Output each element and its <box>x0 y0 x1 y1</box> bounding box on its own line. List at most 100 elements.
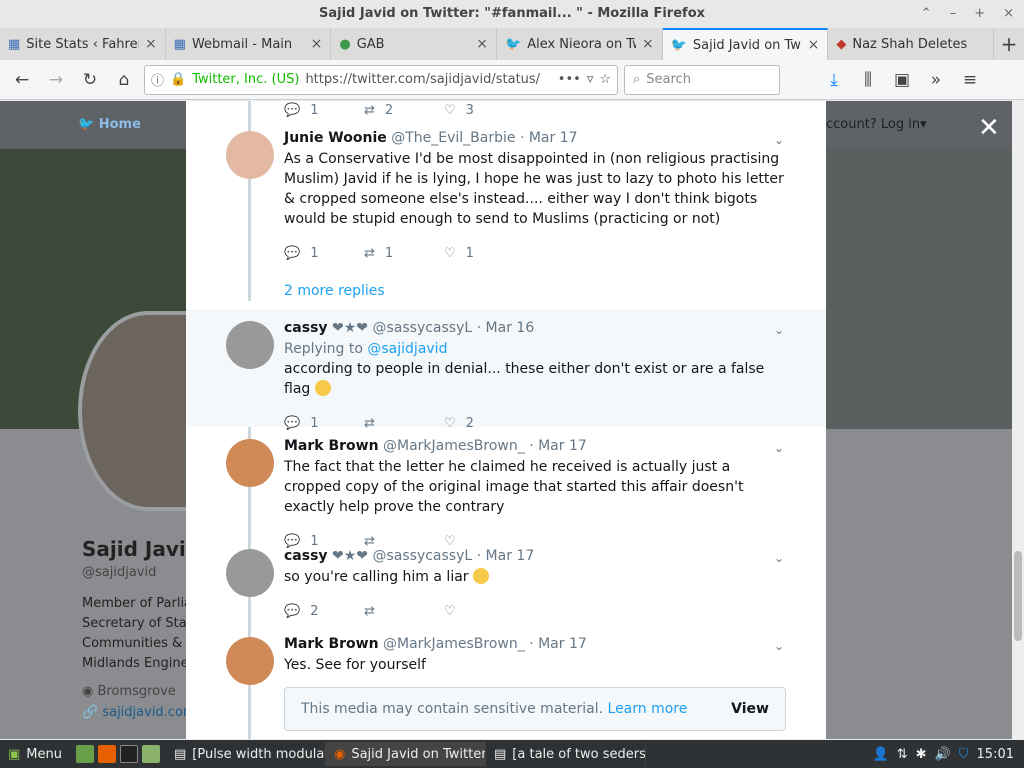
download-icon[interactable]: ⤓ <box>820 66 848 94</box>
start-menu-button[interactable]: ▣ Menu <box>0 740 70 768</box>
replying-to-link[interactable]: @sajidjavid <box>367 341 447 357</box>
tab-site-stats[interactable]: ▦Site Stats ‹ Fahrenh× <box>0 28 166 60</box>
avatar[interactable] <box>226 549 274 597</box>
chevron-down-icon[interactable]: ⌄ <box>774 133 784 147</box>
avatar[interactable] <box>226 439 274 487</box>
sidebar-icon[interactable]: ▣ <box>888 66 916 94</box>
retweet-button[interactable]: ⇄ 1 <box>364 241 444 265</box>
minimize-button[interactable]: – <box>950 0 957 28</box>
page-actions-icon[interactable]: ••• <box>558 72 581 87</box>
taskbar-task[interactable]: ▤[Pulse width modulati... <box>166 742 326 766</box>
chevron-down-icon[interactable]: ⌄ <box>774 441 784 455</box>
avatar[interactable] <box>226 131 274 179</box>
like-button[interactable]: ♡ 3 <box>444 101 524 119</box>
tab-gab[interactable]: ● GAB × <box>331 28 498 60</box>
search-input[interactable]: ⌕ Search <box>624 64 780 95</box>
view-media-button[interactable]: View <box>731 701 769 717</box>
tweet-author-handle[interactable]: @The_Evil_Barbie <box>391 130 515 146</box>
chevron-down-icon[interactable]: ⌄ <box>774 639 784 653</box>
bluetooth-icon[interactable]: ✱ <box>916 747 927 762</box>
clock[interactable]: 15:01 <box>977 747 1014 762</box>
reply-button[interactable]: 💬 2 <box>284 599 364 623</box>
profile-link[interactable]: 🔗 sajidjavid.com <box>82 705 200 720</box>
network-icon[interactable]: ⇅ <box>897 747 908 762</box>
info-icon[interactable]: ⓘ <box>151 70 164 89</box>
close-tab-icon[interactable]: × <box>311 36 323 52</box>
close-modal-button[interactable]: ✕ <box>978 113 1000 143</box>
shield-icon[interactable]: ⛉ <box>959 747 969 762</box>
tab-naz-shah[interactable]: ◆ Naz Shah Deletes <box>828 28 995 60</box>
minimize-icon[interactable]: ⌃ <box>921 0 932 28</box>
taskbar-task-active[interactable]: ◉Sajid Javid on Twitter:... <box>326 742 486 766</box>
tweet-author-handle[interactable]: @sassycassyL <box>372 548 472 564</box>
site-identity[interactable]: Twitter, Inc. (US) <box>192 72 299 87</box>
tab-webmail[interactable]: ▦ Webmail - Main × <box>166 28 332 60</box>
tweet-item[interactable]: Mark Brown @MarkJamesBrown_ · Mar 17 ⌄ Y… <box>186 625 826 739</box>
back-button[interactable]: ← <box>8 66 36 94</box>
close-window-button[interactable]: × <box>1003 0 1014 28</box>
close-tab-icon[interactable]: × <box>145 36 157 52</box>
user-icon[interactable]: 👤 <box>873 747 889 762</box>
avatar[interactable] <box>226 637 274 685</box>
bookmark-star-icon[interactable]: ☆ <box>599 72 611 87</box>
like-button[interactable]: ♡ <box>444 599 524 623</box>
forward-button[interactable]: → <box>42 66 70 94</box>
reply-button[interactable]: 💬 1 <box>284 241 364 265</box>
login-link[interactable]: ccount? Log in▾ <box>826 117 927 132</box>
tweet-date[interactable]: · Mar 17 <box>477 548 535 564</box>
chevron-down-icon[interactable]: ⌄ <box>774 323 784 337</box>
location-icon: ◉ <box>82 684 94 699</box>
overflow-icon[interactable]: » <box>922 66 950 94</box>
tweet-author-name[interactable]: Mark Brown <box>284 636 379 652</box>
more-replies-link[interactable]: 2 more replies <box>186 275 826 309</box>
tweet-author-name[interactable]: Mark Brown <box>284 438 379 454</box>
avatar[interactable] <box>226 321 274 369</box>
volume-icon[interactable]: 🔊 <box>935 747 951 762</box>
tweet-item[interactable]: cassy ❤★❤ @sassycassyL · Mar 17 ⌄ so you… <box>186 537 826 625</box>
show-desktop-icon[interactable] <box>76 745 94 763</box>
twitter-home-link[interactable]: 🐦 Home <box>78 117 141 132</box>
maximize-button[interactable]: + <box>974 0 985 28</box>
learn-more-link[interactable]: Learn more <box>608 701 688 717</box>
folder-icon[interactable] <box>142 745 160 763</box>
tweet-date[interactable]: · Mar 17 <box>529 438 587 454</box>
page-scrollbar[interactable] <box>1012 101 1024 739</box>
library-icon[interactable]: ⫼ <box>854 66 882 94</box>
taskbar-task[interactable]: ▤[a tale of two seders.... <box>486 742 646 766</box>
tweet-author-handle[interactable]: @MarkJamesBrown_ <box>383 636 525 652</box>
window-controls: ⌃ – + × <box>921 0 1014 28</box>
tweet-author-handle[interactable]: @sassycassyL <box>372 320 472 336</box>
tweet-item[interactable]: Junie Woonie @The_Evil_Barbie · Mar 17 ⌄… <box>186 119 826 275</box>
retweet-icon: ⇄ <box>364 603 375 619</box>
retweet-button[interactable]: ⇄ 2 <box>364 101 444 119</box>
pocket-icon[interactable]: ▿ <box>587 72 594 87</box>
tweet-author-name[interactable]: cassy <box>284 320 328 336</box>
tweet-item[interactable]: Mark Brown @MarkJamesBrown_ · Mar 17 ⌄ T… <box>186 427 826 549</box>
chevron-down-icon[interactable]: ⌄ <box>774 551 784 565</box>
close-tab-icon[interactable]: × <box>808 37 820 53</box>
hamburger-menu-icon[interactable]: ≡ <box>956 66 984 94</box>
firefox-icon[interactable] <box>98 745 116 763</box>
tweet-author-name[interactable]: cassy <box>284 548 328 564</box>
terminal-icon[interactable] <box>120 745 138 763</box>
scrollbar-thumb[interactable] <box>1014 551 1022 641</box>
tab-sajid-javid[interactable]: 🐦Sajid Javid on Twitte× <box>662 28 829 60</box>
url-text[interactable]: https://twitter.com/sajidjavid/status/ <box>305 72 551 87</box>
tweet-author-name[interactable]: Junie Woonie <box>284 130 387 146</box>
close-tab-icon[interactable]: × <box>476 36 488 52</box>
retweet-button[interactable]: ⇄ <box>364 599 444 623</box>
tweet-author-handle[interactable]: @MarkJamesBrown_ <box>383 438 525 454</box>
tweet-item[interactable]: cassy ❤★❤ @sassycassyL · Mar 16 ⌄ Replyi… <box>186 309 826 431</box>
mint-logo-icon: ▣ <box>8 746 21 762</box>
close-tab-icon[interactable]: × <box>642 36 654 52</box>
url-bar[interactable]: ⓘ 🔒 Twitter, Inc. (US) https://twitter.c… <box>144 64 618 95</box>
like-button[interactable]: ♡ 1 <box>444 241 524 265</box>
tweet-date[interactable]: · Mar 16 <box>477 320 535 336</box>
home-button[interactable]: ⌂ <box>110 66 138 94</box>
new-tab-button[interactable]: + <box>994 28 1024 60</box>
reload-button[interactable]: ↻ <box>76 66 104 94</box>
tab-alex-nieora[interactable]: 🐦Alex Nieora on Twit× <box>497 28 663 60</box>
tweet-date[interactable]: · Mar 17 <box>520 130 578 146</box>
tweet-date[interactable]: · Mar 17 <box>529 636 587 652</box>
reply-button[interactable]: 💬 1 <box>284 101 364 119</box>
